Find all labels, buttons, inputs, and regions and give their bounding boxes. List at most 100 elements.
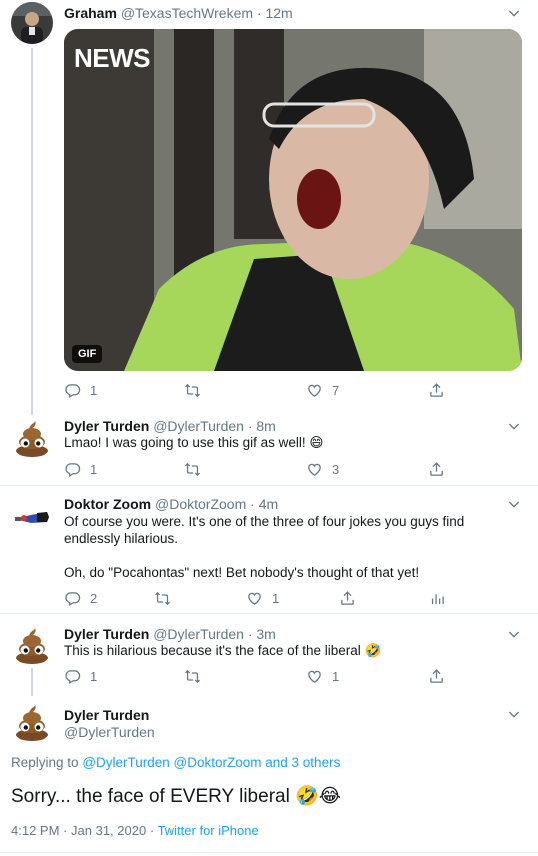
separator-dot: ·: [247, 626, 253, 642]
reply-count: 2: [90, 590, 98, 606]
chevron-down-icon[interactable]: [506, 418, 522, 434]
gif-media[interactable]: NEWS GIF: [64, 29, 522, 371]
profile-photo-icon: [11, 2, 53, 44]
retweet-icon: [184, 461, 201, 478]
share-button[interactable]: [339, 588, 356, 608]
tweet-actions: 1 1: [64, 666, 474, 686]
news-overlay-text: NEWS: [74, 43, 151, 73]
gif-badge: GIF: [72, 345, 103, 363]
avatar[interactable]: [11, 701, 53, 743]
share-button[interactable]: [428, 380, 445, 400]
separator-dot: ·: [247, 418, 253, 434]
author-name[interactable]: Dyler Turden: [64, 707, 149, 723]
retweet-icon: [184, 668, 201, 685]
timestamp[interactable]: 3m: [256, 626, 275, 642]
author-handle[interactable]: @DylerTurden: [153, 626, 244, 642]
avatar[interactable]: [11, 417, 53, 459]
tweet-header: Dyler Turden @DylerTurden · 8m: [64, 417, 276, 435]
author-name[interactable]: Graham: [64, 5, 117, 21]
share-icon: [339, 590, 356, 607]
tweet-client[interactable]: Twitter for iPhone: [158, 823, 259, 838]
separator-dot: ·: [256, 5, 262, 21]
share-button[interactable]: [428, 666, 445, 686]
reply-button[interactable]: 1: [64, 380, 97, 400]
like-icon: [306, 668, 323, 685]
retweet-button[interactable]: [184, 459, 201, 479]
analytics-button[interactable]: [429, 588, 446, 608]
poop-emoji-avatar-icon: [11, 701, 53, 743]
like-button[interactable]: 7: [306, 380, 339, 400]
tweet-actions: 1 3: [64, 459, 474, 479]
tweet-text: Of course you were. It's one of the thre…: [64, 514, 465, 580]
like-button[interactable]: 1: [246, 588, 279, 608]
replying-to: Replying to @DylerTurden @DoktorZoom and…: [11, 755, 340, 770]
divider: [0, 852, 538, 853]
chevron-down-icon[interactable]: [506, 5, 522, 21]
poop-emoji-avatar-icon: [11, 417, 53, 459]
reply-icon: [64, 382, 81, 399]
retweet-button[interactable]: [184, 666, 201, 686]
timestamp[interactable]: 12m: [265, 5, 292, 21]
like-icon: [306, 461, 323, 478]
reply-count: 1: [90, 668, 98, 684]
share-icon: [428, 382, 445, 399]
tweet-doktor-zoom[interactable]: Doktor Zoom @DoktorZoom · 4m Of course y…: [0, 486, 538, 613]
retweet-icon: [184, 382, 201, 399]
chevron-down-icon[interactable]: [506, 626, 522, 642]
chevron-down-icon[interactable]: [506, 706, 522, 722]
poop-emoji-avatar-icon: [11, 624, 53, 666]
avatar[interactable]: [11, 2, 53, 44]
tweet-actions: 1 7: [64, 380, 474, 400]
replying-to-link[interactable]: @DylerTurden @DoktorZoom and 3 others: [82, 755, 340, 770]
tweet-dyler-2[interactable]: Dyler Turden @DylerTurden · 3m This is h…: [0, 614, 538, 696]
author-name[interactable]: Doktor Zoom: [64, 496, 151, 512]
rocket-avatar-icon: [11, 495, 53, 537]
retweet-button[interactable]: [154, 588, 171, 608]
avatar[interactable]: [11, 495, 53, 537]
reply-button[interactable]: 2: [64, 588, 97, 608]
timestamp[interactable]: 4m: [259, 496, 278, 512]
tweet-header: Dyler Turden @DylerTurden · 3m: [64, 625, 276, 643]
tweet-graham[interactable]: Graham @TexasTechWrekem · 12m NEWS GIF 1…: [0, 0, 538, 403]
gif-frame-image: [64, 29, 522, 371]
tweet-time[interactable]: 4:12 PM: [11, 823, 59, 838]
avatar[interactable]: [11, 624, 53, 666]
thread-line: [31, 403, 33, 415]
main-tweet-text: Sorry... the face of EVERY liberal 🤣😂: [11, 786, 341, 807]
separator-dot: ·: [250, 496, 255, 512]
like-count: 1: [332, 668, 340, 684]
reply-button[interactable]: 1: [64, 459, 97, 479]
reply-count: 1: [90, 382, 98, 398]
chevron-down-icon[interactable]: [506, 496, 522, 512]
tweet-actions: 2 1: [64, 588, 474, 608]
author-handle[interactable]: @DoktorZoom: [155, 496, 246, 512]
tweet-text: Lmao! I was going to use this gif as wel…: [64, 435, 324, 450]
share-button[interactable]: [428, 459, 445, 479]
retweet-button[interactable]: [184, 380, 201, 400]
separator-dot: ·: [63, 823, 68, 838]
separator-dot: ·: [149, 823, 155, 838]
author-handle[interactable]: @TexasTechWrekem: [121, 5, 253, 21]
like-button[interactable]: 3: [306, 459, 339, 479]
author-handle[interactable]: @DylerTurden: [64, 724, 155, 740]
share-icon: [428, 461, 445, 478]
reply-button[interactable]: 1: [64, 666, 97, 686]
tweet-meta: 4:12 PM · Jan 31, 2020 · Twitter for iPh…: [11, 823, 259, 838]
like-button[interactable]: 1: [306, 666, 339, 686]
timestamp[interactable]: 8m: [256, 418, 275, 434]
like-icon: [246, 590, 263, 607]
reply-icon: [64, 461, 81, 478]
tweet-header: Doktor Zoom @DoktorZoom · 4m: [64, 495, 278, 513]
author-handle[interactable]: @DylerTurden: [153, 418, 244, 434]
thread-line: [31, 48, 33, 403]
share-icon: [428, 668, 445, 685]
author-name[interactable]: Dyler Turden: [64, 626, 149, 642]
reply-icon: [64, 668, 81, 685]
tweet-date[interactable]: Jan 31, 2020: [71, 823, 146, 838]
tweet-header: Graham @TexasTechWrekem · 12m: [64, 4, 293, 22]
thread-line: [31, 668, 33, 696]
tweet-dyler-1[interactable]: Dyler Turden @DylerTurden · 8m Lmao! I w…: [0, 403, 538, 485]
analytics-icon: [429, 590, 446, 607]
tweet-text: This is hilarious because it's the face …: [64, 643, 382, 658]
author-name[interactable]: Dyler Turden: [64, 418, 149, 434]
